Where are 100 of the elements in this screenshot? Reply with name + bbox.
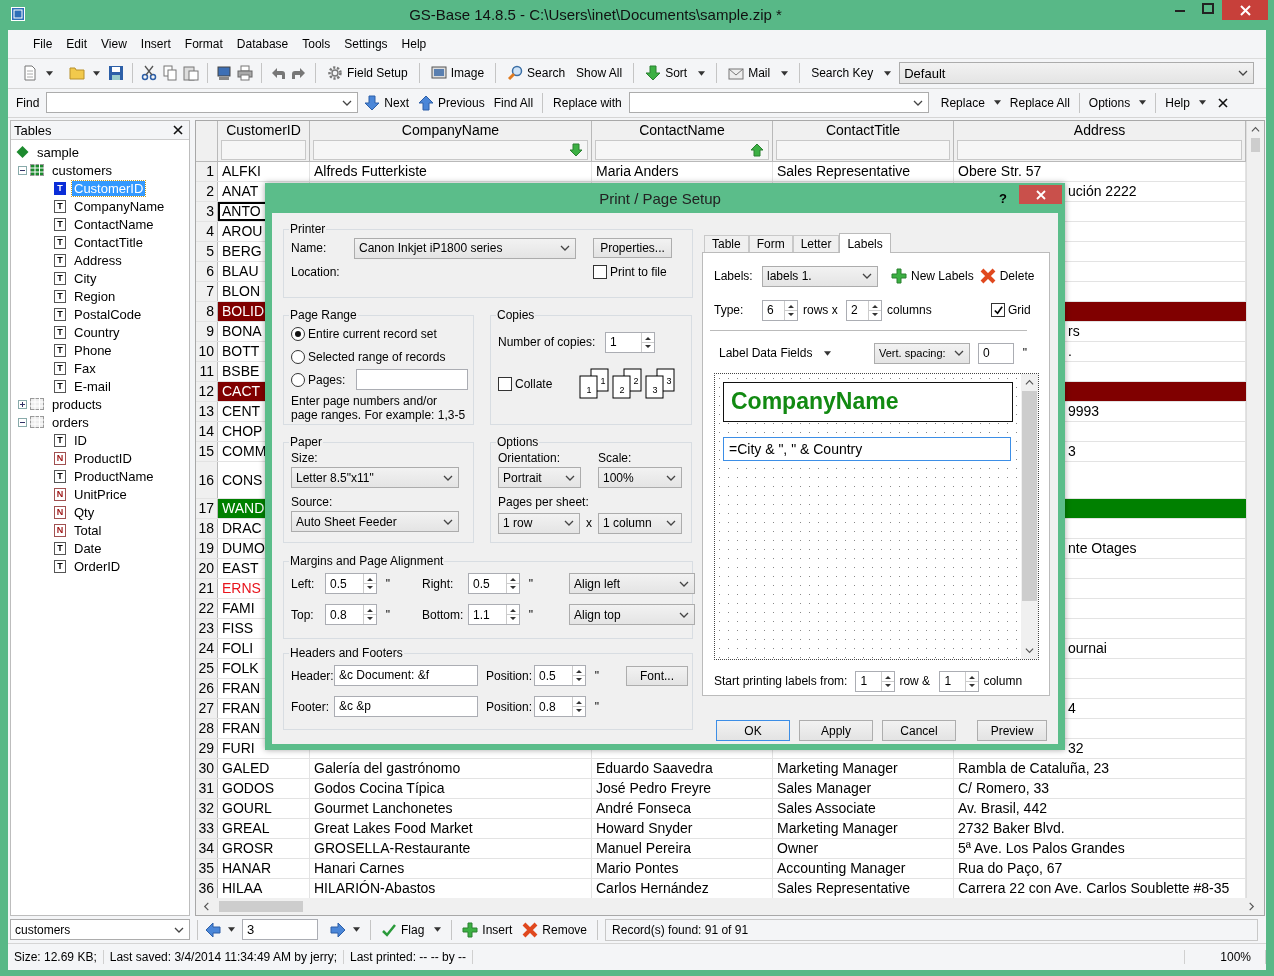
position-field[interactable]: 0.5 [534,665,586,686]
printer-dropdown[interactable]: Canon Inkjet iP1800 series [354,237,576,259]
margin-field[interactable]: 0.8 [325,604,377,625]
row-number[interactable]: 35 [196,859,218,879]
position-field[interactable]: 0.8 [534,696,586,717]
search-key-dropdown[interactable]: Default [899,62,1254,85]
checkbox[interactable] [498,377,512,391]
tree-item[interactable]: ContactName [72,216,156,232]
spin-arrows-icon[interactable] [868,300,881,320]
column-header[interactable]: ContactName [639,121,725,140]
rows-dropdown[interactable]: 1 row [498,512,580,534]
columns-dropdown[interactable]: 1 column [598,512,682,534]
row-number[interactable]: 18 [196,519,218,539]
label-formula-field[interactable]: =City & ", " & Country [723,437,1011,461]
show-all-button[interactable]: Show All [573,62,626,85]
vertical-scrollbar[interactable] [1246,121,1264,899]
caret-icon[interactable] [1139,100,1147,106]
radio-label[interactable]: Pages: [308,372,346,387]
menu-item[interactable]: Help [394,36,434,51]
checkbox-label[interactable]: Grid [1008,303,1031,317]
start-column-field[interactable]: 1 [939,670,980,692]
paste-icon[interactable] [183,65,199,82]
margin-field[interactable]: 1.1 [468,604,520,625]
row-number[interactable]: 4 [196,222,218,242]
close-button[interactable] [1019,185,1062,204]
tree-item[interactable]: Fax [72,360,98,376]
caret-icon[interactable] [781,70,789,76]
row-number[interactable]: 9 [196,322,218,342]
tree-item[interactable]: UnitPrice [72,486,129,502]
row-number[interactable]: 25 [196,659,218,679]
row-number[interactable]: 21 [196,579,218,599]
start-row-field[interactable]: 1 [855,670,896,692]
caret-icon[interactable] [993,100,1001,106]
menu-item[interactable]: Insert [133,36,178,51]
radio-label[interactable]: Selected range of records [308,349,446,364]
insert-button[interactable]: Insert [459,918,516,941]
scale-dropdown[interactable]: 100% [598,467,682,488]
monitor-icon[interactable] [216,65,232,82]
row-number[interactable]: 19 [196,539,218,559]
spin-arrows-icon[interactable] [572,697,585,716]
radio-button[interactable] [291,326,305,341]
orientation-dropdown[interactable]: Portrait [498,467,581,488]
caret-icon[interactable] [698,70,706,76]
row-number[interactable]: 5 [196,242,218,262]
caret-icon[interactable] [46,70,53,76]
expander-icon[interactable] [18,399,27,409]
header-field[interactable]: &c Document: &f [334,665,478,686]
tree-item[interactable]: PostalCode [72,306,144,322]
scroll-down-icon[interactable] [1025,646,1034,655]
row-number[interactable]: 24 [196,639,218,659]
checkbox-label[interactable]: Collate [515,377,563,391]
scroll-thumb[interactable] [1022,391,1037,601]
row-number[interactable]: 15 [196,442,218,462]
tab[interactable]: Letter [792,235,840,252]
scroll-thumb[interactable] [219,901,303,913]
caret-icon[interactable] [884,70,892,76]
find-all-button[interactable]: Find All [490,92,537,114]
tree-item[interactable]: ContactTitle [72,234,145,250]
caret-icon[interactable] [228,927,235,933]
filter-field[interactable] [313,140,588,161]
tree-item[interactable]: ProductID [72,450,134,466]
row-number[interactable]: 1 [196,162,218,182]
tree-item[interactable]: E-mail [72,378,113,394]
row-number[interactable]: 6 [196,262,218,282]
expander-icon[interactable] [18,417,27,427]
column-header[interactable]: CustomerID [226,121,301,140]
tree-item[interactable]: customers [50,162,114,178]
menu-item[interactable]: Database [229,36,296,51]
tree-item[interactable]: ProductName [72,468,156,484]
row-number[interactable]: 26 [196,679,218,699]
row-number[interactable]: 20 [196,559,218,579]
arrow-left-icon[interactable] [205,921,221,938]
close-button[interactable] [1222,0,1268,20]
row-number[interactable]: 28 [196,719,218,739]
spin-arrows-icon[interactable] [784,300,797,320]
mail-button[interactable]: Mail [725,62,774,85]
scroll-left-icon[interactable] [202,902,211,912]
tree-item[interactable]: Country [72,324,122,340]
filter-field[interactable] [595,140,769,161]
alignment-dropdown[interactable]: Align top [569,604,695,625]
menu-item[interactable]: Settings [337,36,395,51]
pages-field[interactable] [356,369,469,390]
radio-button[interactable] [291,349,305,364]
tab[interactable]: Labels [839,233,891,253]
row-number[interactable]: 13 [196,402,218,422]
vert-spacing-dropdown[interactable]: Vert. spacing: [874,342,970,364]
flag-button[interactable]: Flag [378,918,428,941]
caret-icon[interactable] [434,927,442,933]
image-button[interactable]: Image [427,62,488,85]
vertical-scrollbar[interactable] [1021,374,1038,659]
remove-button[interactable]: Remove [519,918,591,941]
checkbox[interactable] [593,265,607,279]
next-button[interactable]: Next [361,92,413,114]
replace-all-button[interactable]: Replace All [1006,92,1073,114]
checkbox-label[interactable]: Print to file [610,265,667,279]
paper-size-dropdown[interactable]: Letter 8.5"x11" [291,467,459,488]
radio-button[interactable] [291,372,305,387]
margin-field[interactable]: 0.5 [468,573,520,594]
spin-arrows-icon[interactable] [641,332,654,352]
printer-icon[interactable] [237,65,253,82]
